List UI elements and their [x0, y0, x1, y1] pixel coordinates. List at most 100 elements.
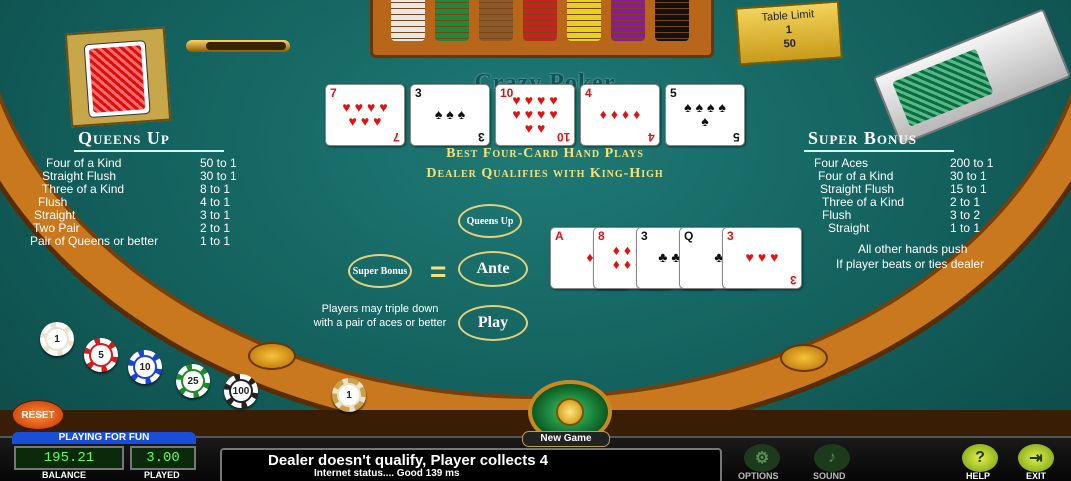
- card-suit-pips: ♥ ♥ ♥ ♥ ♥ ♥ ♥: [342, 91, 388, 137]
- chip-value: 1: [47, 329, 67, 349]
- card-rank: Q: [684, 229, 694, 243]
- help-label[interactable]: HELP: [966, 471, 990, 481]
- suit-icon: ♦: [623, 256, 631, 272]
- card-rank: 3: [727, 229, 734, 243]
- suit-icon: ♥: [549, 92, 558, 108]
- help-icon[interactable]: ?: [962, 444, 998, 472]
- suit-icon: ♥: [342, 99, 351, 115]
- exit-label[interactable]: EXIT: [1026, 471, 1046, 481]
- chip-25[interactable]: 25: [176, 364, 210, 398]
- suit-icon: ♦: [612, 242, 620, 258]
- card-rank: 10: [556, 130, 570, 144]
- tray-chip-stack: [435, 0, 469, 41]
- card-suit-pips: ♥ ♥ ♥: [739, 234, 785, 280]
- tray-chip-stack: [391, 0, 425, 41]
- chip-1[interactable]: 1: [40, 322, 74, 356]
- playing-card: 10 ♥ ♥ ♥ ♥ ♥ ♥ ♥ ♥ ♥ ♥ 10: [495, 84, 575, 146]
- paytable-hand: Flush: [822, 208, 852, 222]
- balance-display: 195.21: [14, 446, 124, 470]
- card-suit-pips: ♦ ♦ ♦ ♦: [597, 91, 643, 137]
- sound-label[interactable]: SOUND: [813, 471, 846, 481]
- super-bonus-note: If player beats or ties dealer: [836, 257, 985, 271]
- playing-card: 3 ♥ ♥ ♥ 3: [722, 227, 802, 289]
- paytable-hand: Three of a Kind: [42, 182, 125, 196]
- card-rank: 3: [415, 86, 422, 100]
- chip-5[interactable]: 5: [84, 338, 118, 372]
- suit-icon: ♠: [718, 99, 726, 115]
- chip-value: 100: [231, 381, 251, 401]
- suit-icon: ♥: [745, 249, 754, 265]
- suit-icon: ♦: [599, 106, 607, 122]
- paytable-payout: 2 to 1: [950, 195, 981, 209]
- dealer-stick-icon: [186, 40, 290, 52]
- suit-icon: ♥: [373, 113, 382, 129]
- super-bonus-title: Super Bonus: [808, 128, 918, 148]
- card-suit-pips: ♠ ♠ ♠: [427, 91, 473, 137]
- chip-value: 25: [183, 371, 203, 391]
- suit-icon: ♥: [512, 92, 521, 108]
- paytable-payout: 50 to 1: [200, 156, 237, 170]
- divider: [74, 150, 224, 152]
- paytable-payout: 1 to 1: [200, 234, 231, 248]
- super-bonus-note: All other hands push: [858, 242, 968, 256]
- exit-icon[interactable]: ⇥: [1018, 444, 1054, 472]
- tray-chip-stack: [567, 0, 601, 41]
- playing-card: 4 ♦ ♦ ♦ ♦ 4: [580, 84, 660, 146]
- playing-card: 5 ♠ ♠ ♠ ♠ ♠ 5: [665, 84, 745, 146]
- paytable-payout: 1 to 1: [950, 221, 981, 235]
- paytable-hand: Flush: [38, 195, 68, 209]
- cup-holder: [248, 342, 296, 370]
- paytable-hand: Straight: [34, 208, 76, 222]
- suit-icon: ♥: [537, 120, 546, 136]
- ante-bet-spot[interactable]: Ante: [458, 251, 528, 287]
- card-rank: 5: [670, 86, 677, 100]
- queens-up-title: Queens Up: [78, 128, 170, 148]
- card-rank: 4: [585, 86, 592, 100]
- card-rank: 8: [598, 229, 605, 243]
- suit-icon: ♥: [537, 92, 546, 108]
- rule-line: Dealer Qualifies with King-High: [426, 166, 664, 181]
- suit-icon: ♥: [512, 106, 521, 122]
- suit-icon: ♥: [379, 99, 388, 115]
- queens-up-bet-spot[interactable]: Queens Up: [458, 204, 522, 238]
- paytable-payout: 3 to 2: [950, 208, 981, 222]
- chip-10[interactable]: 10: [128, 350, 162, 384]
- paytable-hand: Four Aces: [814, 156, 869, 170]
- chip-value: 10: [135, 357, 155, 377]
- suit-icon: ♦: [612, 256, 620, 272]
- options-label[interactable]: OPTIONS: [738, 471, 779, 481]
- internet-status: Internet status.... Good 139 ms: [314, 468, 460, 479]
- sound-icon[interactable]: ♪: [814, 444, 850, 472]
- suit-icon: ♥: [770, 249, 779, 265]
- chip-tray: [370, 0, 714, 58]
- super-bonus-bet-spot[interactable]: Super Bonus: [348, 254, 412, 288]
- play-bet-spot[interactable]: Play: [458, 305, 528, 341]
- suit-icon: ♠: [707, 99, 715, 115]
- chip-value: 5: [91, 345, 111, 365]
- card-suit-pips: ♥ ♥ ♥ ♥ ♥ ♥ ♥ ♥ ♥ ♥: [512, 91, 558, 137]
- card-rank: 3: [641, 229, 648, 243]
- paytable-hand: Straight Flush: [42, 169, 117, 183]
- options-icon[interactable]: ⚙: [744, 444, 780, 472]
- playing-for-fun-label: PLAYING FOR FUN: [12, 432, 196, 444]
- paytable-payout: 200 to 1: [950, 156, 994, 170]
- message-panel: Dealer doesn't qualify, Player collects …: [220, 448, 722, 481]
- playing-card: 3 ♠ ♠ ♠ 3: [410, 84, 490, 146]
- suit-icon: ♦: [622, 106, 630, 122]
- bet-chip-value: 1: [339, 385, 359, 405]
- paytable-hand: Two Pair: [33, 221, 80, 235]
- deck-icon: [64, 26, 172, 128]
- balance-label: BALANCE: [42, 470, 86, 480]
- paytable-payout: 30 to 1: [200, 169, 237, 183]
- suit-icon: ♠: [434, 106, 443, 122]
- suit-icon: ♥: [549, 106, 558, 122]
- paytable-hand: Three of a Kind: [822, 195, 905, 209]
- divider: [804, 150, 954, 152]
- suit-icon: ♥: [524, 120, 533, 136]
- reset-button[interactable]: RESET: [12, 400, 64, 430]
- suit-icon: ♥: [524, 106, 533, 122]
- paytable-hand: Straight: [828, 221, 870, 235]
- suit-icon: ♥: [354, 99, 363, 115]
- chip-100[interactable]: 100: [224, 374, 258, 408]
- new-game-label[interactable]: New Game: [522, 431, 610, 447]
